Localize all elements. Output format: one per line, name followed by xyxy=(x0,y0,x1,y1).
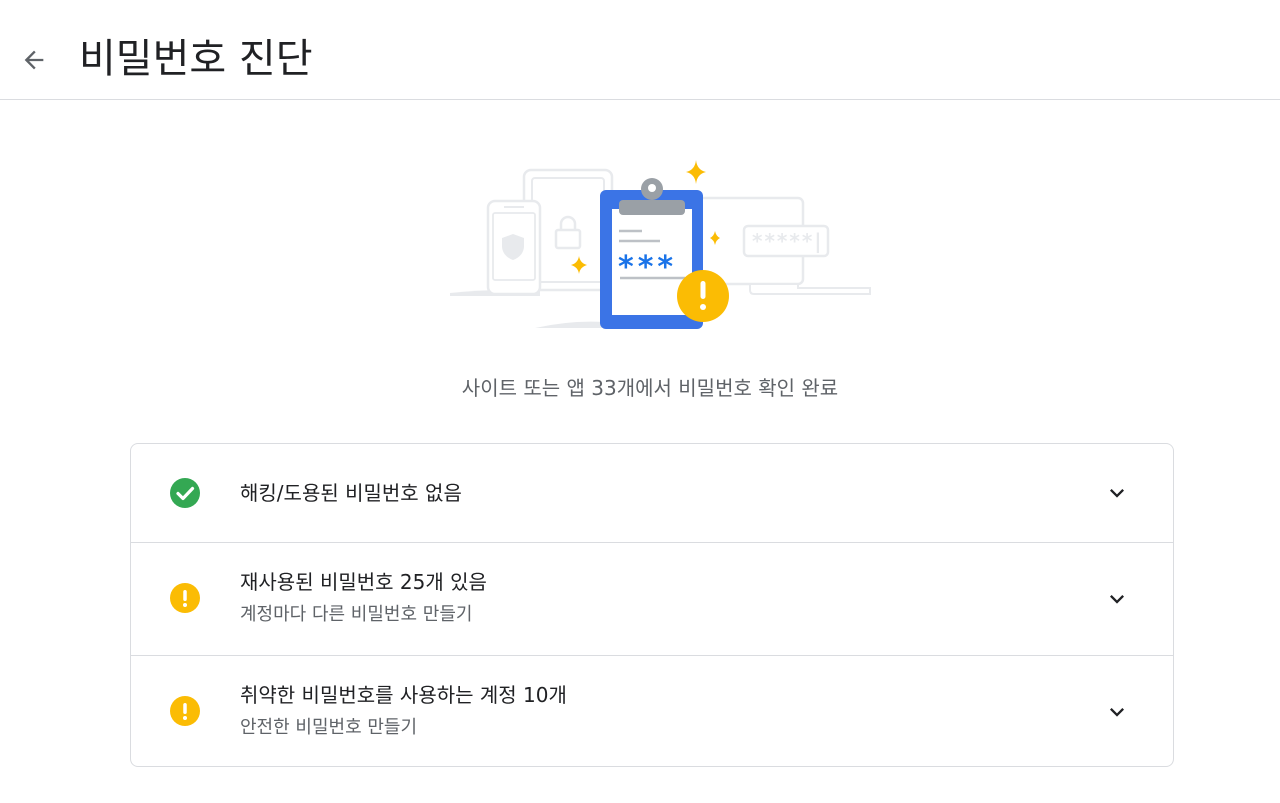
check-row-compromised[interactable]: 해킹/도용된 비밀번호 없음 xyxy=(131,444,1173,542)
chevron-down-icon[interactable] xyxy=(1103,479,1131,507)
chevron-down-icon[interactable] xyxy=(1103,698,1131,726)
masked-password-text: *****| xyxy=(752,229,824,253)
check-title: 해킹/도용된 비밀번호 없음 xyxy=(240,481,462,505)
top-bar: 비밀번호 진단 xyxy=(0,0,1280,100)
warning-circle-icon xyxy=(170,696,200,726)
check-subtitle: 계정마다 다른 비밀번호 만들기 xyxy=(240,604,473,625)
check-subtitle: 안전한 비밀번호 만들기 xyxy=(240,717,418,738)
check-title: 재사용된 비밀번호 25개 있음 xyxy=(240,570,487,594)
check-circle-icon xyxy=(170,478,200,508)
warning-circle-icon xyxy=(170,583,200,613)
checkup-summary: 사이트 또는 앱 33개에서 비밀번호 확인 완료 xyxy=(461,376,839,400)
check-row-weak[interactable]: 취약한 비밀번호를 사용하는 계정 10개 안전한 비밀번호 만들기 xyxy=(131,655,1173,766)
arrow-back-icon xyxy=(24,50,44,70)
clipboard-shadow xyxy=(535,321,605,328)
clip-shape xyxy=(619,200,685,215)
clipboard-stars-text: *** xyxy=(618,250,677,285)
chevron-down-icon[interactable] xyxy=(1103,585,1131,613)
password-checkup-illustration: *****| *** xyxy=(450,160,871,329)
sparkle-icon xyxy=(686,160,706,184)
check-row-reused[interactable]: 재사용된 비밀번호 25개 있음 계정마다 다른 비밀번호 만들기 xyxy=(131,542,1173,655)
page-title: 비밀번호 진단 xyxy=(79,36,313,82)
check-title: 취약한 비밀번호를 사용하는 계정 10개 xyxy=(240,683,567,707)
back-button[interactable] xyxy=(14,40,54,80)
checkup-results-card: 해킹/도용된 비밀번호 없음 재사용된 비밀번호 25개 있음 계정마다 다른 … xyxy=(130,443,1174,767)
